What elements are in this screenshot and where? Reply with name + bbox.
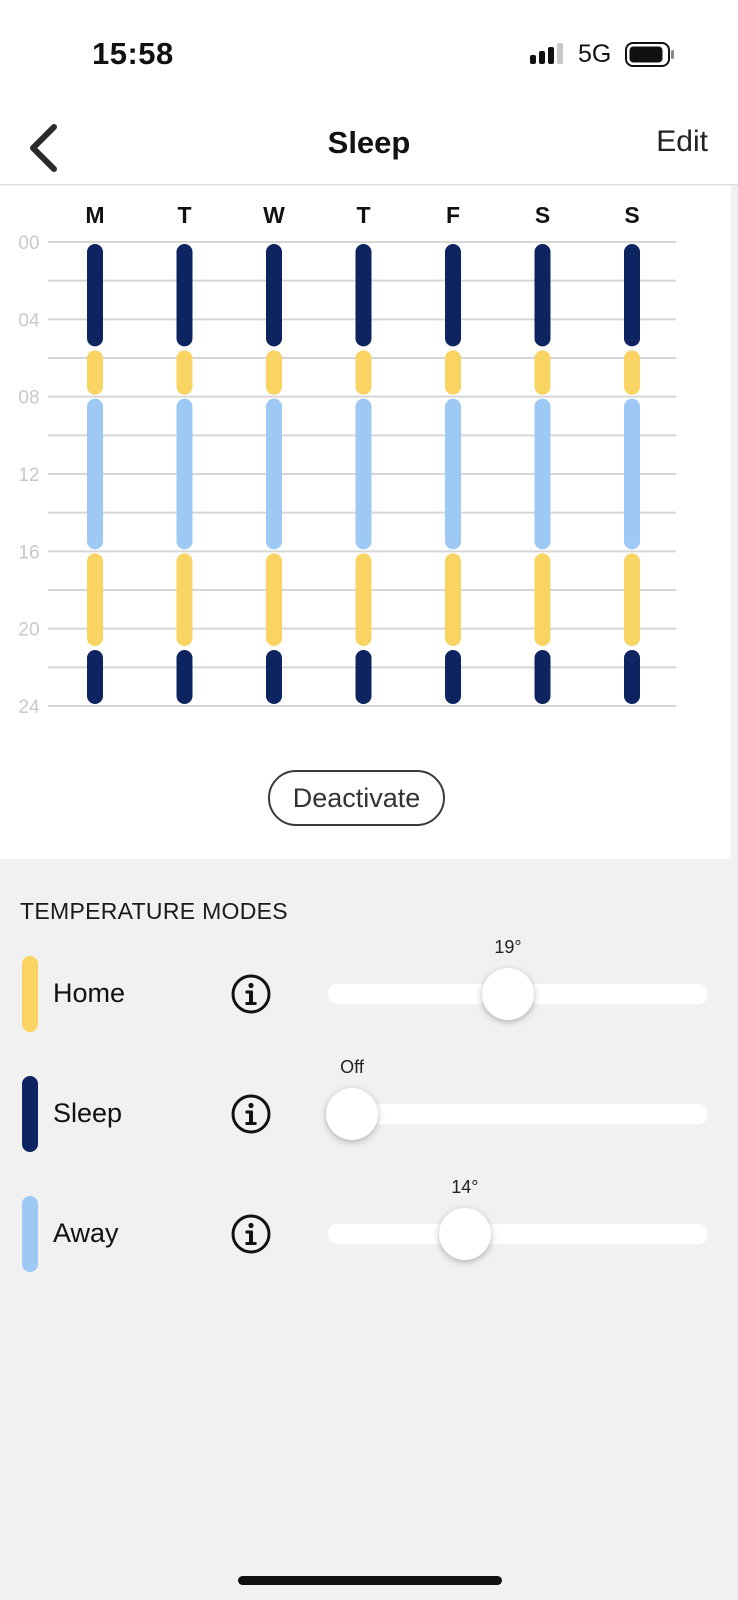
slider-track — [328, 1104, 708, 1124]
schedule-bar-home — [176, 553, 193, 646]
schedule-bar-sleep — [445, 244, 461, 347]
schedule-card: 00 04 08 12 16 20 24 M T W T F S S Deactivate — [0, 186, 731, 859]
schedule-bar-sleep — [266, 244, 282, 347]
day-label: S — [535, 202, 550, 228]
schedule-bar-away — [176, 398, 193, 550]
day-label: F — [446, 202, 460, 228]
mode-label: Away — [53, 1218, 119, 1248]
schedule-bar-home — [624, 553, 640, 646]
schedule-bar-sleep — [534, 244, 551, 347]
hour-label: 24 — [18, 697, 40, 718]
schedule-bar-away — [87, 398, 103, 550]
away-color-swatch — [22, 1196, 38, 1272]
schedule-bar-home — [534, 350, 551, 395]
hour-label: 12 — [18, 465, 39, 486]
edit-button[interactable]: Edit — [656, 125, 708, 159]
schedule-bar-away — [624, 398, 640, 550]
schedule-bar-sleep — [534, 650, 551, 704]
schedule-bar-sleep — [176, 650, 193, 704]
home-indicator[interactable] — [238, 1576, 502, 1585]
schedule-bar-home — [624, 350, 640, 395]
hour-label: 00 — [18, 233, 39, 254]
weekly-schedule-chart: 00 04 08 12 16 20 24 M T W T F S S — [18, 202, 676, 718]
mode-row-home: Home 19° — [0, 937, 738, 1032]
network-label: 5G — [578, 40, 612, 68]
slider-thumb[interactable] — [326, 1088, 378, 1140]
sleep-temperature-slider[interactable]: Off — [326, 1057, 708, 1152]
slider-thumb[interactable] — [482, 968, 535, 1020]
schedule-bar-away — [266, 398, 282, 550]
day-label: M — [85, 202, 104, 228]
slider-value-label: 14° — [451, 1177, 479, 1197]
schedule-bar-sleep — [355, 650, 372, 704]
schedule-bar-home — [445, 553, 461, 646]
schedule-bar-home — [534, 553, 551, 646]
schedule-bar-sleep — [355, 244, 372, 347]
schedule-bar-home — [355, 553, 372, 646]
schedule-bar-sleep — [266, 650, 282, 704]
schedule-bar-sleep — [176, 244, 193, 347]
schedule-bar-home — [266, 350, 282, 395]
schedule-bar-sleep — [445, 650, 461, 704]
schedule-bar-away — [355, 398, 372, 550]
schedule-bar-sleep — [624, 244, 640, 347]
info-icon[interactable] — [230, 1093, 272, 1135]
hour-label: 16 — [18, 542, 39, 563]
schedule-bar-home — [87, 350, 103, 395]
schedule-bar-away — [534, 398, 551, 550]
mode-label: Home — [53, 978, 126, 1008]
battery-icon — [625, 42, 674, 67]
hour-label: 04 — [18, 310, 40, 331]
sleep-color-swatch — [22, 1076, 38, 1152]
sleep-schedule-screen: 15:58 5G Sleep Edit 00 04 08 12 16 20 24 M T W T F S… — [0, 0, 738, 1600]
schedule-bar-sleep — [87, 244, 103, 347]
chevron-left-icon — [30, 124, 57, 172]
page-title: Sleep — [327, 125, 411, 160]
temperature-modes-heading: TEMPERATURE MODES — [20, 898, 288, 924]
back-button[interactable] — [22, 113, 72, 173]
mode-label: Sleep — [53, 1098, 123, 1128]
home-color-swatch — [22, 956, 38, 1032]
schedule-bar-home — [445, 350, 461, 395]
status-bar: 15:58 5G — [0, 0, 738, 105]
day-label: W — [263, 202, 285, 228]
signal-icon — [530, 43, 563, 64]
schedule-bar-home — [355, 350, 372, 395]
away-temperature-slider[interactable]: 14° — [328, 1177, 708, 1272]
schedule-bar-home — [266, 553, 282, 646]
hour-label: 20 — [18, 620, 39, 641]
schedule-bar-sleep — [624, 650, 640, 704]
deactivate-button[interactable]: Deactivate — [268, 770, 445, 826]
day-label: T — [177, 202, 191, 228]
day-label: T — [356, 202, 370, 228]
info-icon[interactable] — [230, 1213, 272, 1255]
slider-value-label: 19° — [494, 937, 522, 957]
slider-value-label: Off — [340, 1057, 364, 1077]
schedule-bar-away — [445, 398, 461, 550]
slider-track — [328, 1224, 708, 1244]
slider-thumb[interactable] — [438, 1208, 491, 1260]
navigation-bar: Sleep Edit — [0, 105, 738, 185]
status-time: 15:58 — [92, 36, 174, 71]
schedule-bar-sleep — [87, 650, 103, 704]
hour-label: 08 — [18, 388, 39, 409]
schedule-bar-home — [176, 350, 193, 395]
day-label: S — [624, 202, 639, 228]
mode-row-away: Away 14° — [0, 1177, 738, 1272]
info-icon[interactable] — [230, 973, 272, 1015]
home-temperature-slider[interactable]: 19° — [328, 937, 708, 1032]
mode-row-sleep: Sleep Off — [0, 1057, 738, 1152]
schedule-bar-home — [87, 553, 103, 646]
